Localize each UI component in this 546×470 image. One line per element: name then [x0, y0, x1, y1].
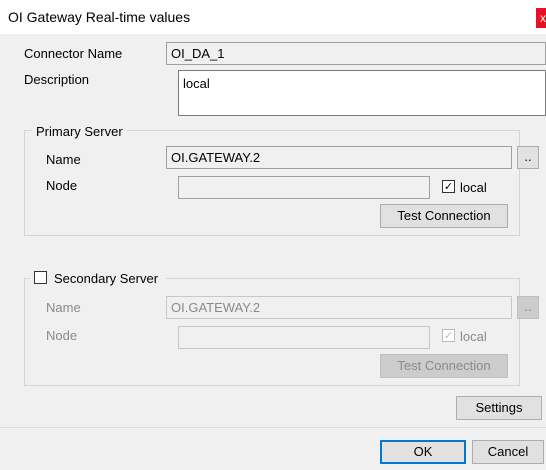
description-field[interactable]: local: [178, 70, 546, 116]
secondary-name-field[interactable]: OI.GATEWAY.2: [166, 296, 512, 319]
secondary-test-connection-button[interactable]: Test Connection: [380, 354, 508, 378]
close-icon[interactable]: x: [536, 8, 546, 28]
secondary-server-checkbox[interactable]: [34, 271, 47, 284]
cancel-button[interactable]: Cancel: [472, 440, 544, 464]
primary-browse-button[interactable]: ..: [517, 146, 539, 169]
primary-node-field[interactable]: [178, 176, 430, 199]
primary-name-field[interactable]: OI.GATEWAY.2: [166, 146, 512, 169]
secondary-node-field[interactable]: [178, 326, 430, 349]
settings-button[interactable]: Settings: [456, 396, 542, 420]
primary-local-label: local: [460, 180, 487, 195]
connector-name-field[interactable]: OI_DA_1: [166, 42, 546, 65]
description-label: Description: [24, 72, 90, 87]
secondary-name-label: Name: [46, 300, 81, 315]
primary-server-legend: Primary Server: [32, 124, 127, 139]
divider: [0, 427, 546, 428]
secondary-local-checkbox[interactable]: ✓: [442, 329, 455, 342]
primary-name-label: Name: [46, 152, 81, 167]
primary-node-label: Node: [46, 178, 78, 193]
secondary-browse-button[interactable]: ..: [517, 296, 539, 319]
secondary-node-label: Node: [46, 328, 78, 343]
ok-button[interactable]: OK: [380, 440, 466, 464]
primary-local-checkbox[interactable]: ✓: [442, 180, 455, 193]
primary-test-connection-button[interactable]: Test Connection: [380, 204, 508, 228]
connector-name-label: Connector Name: [24, 46, 123, 61]
window-title: OI Gateway Real-time values: [8, 9, 191, 25]
secondary-local-label: local: [460, 329, 487, 344]
secondary-server-legend: Secondary Server: [54, 271, 159, 286]
